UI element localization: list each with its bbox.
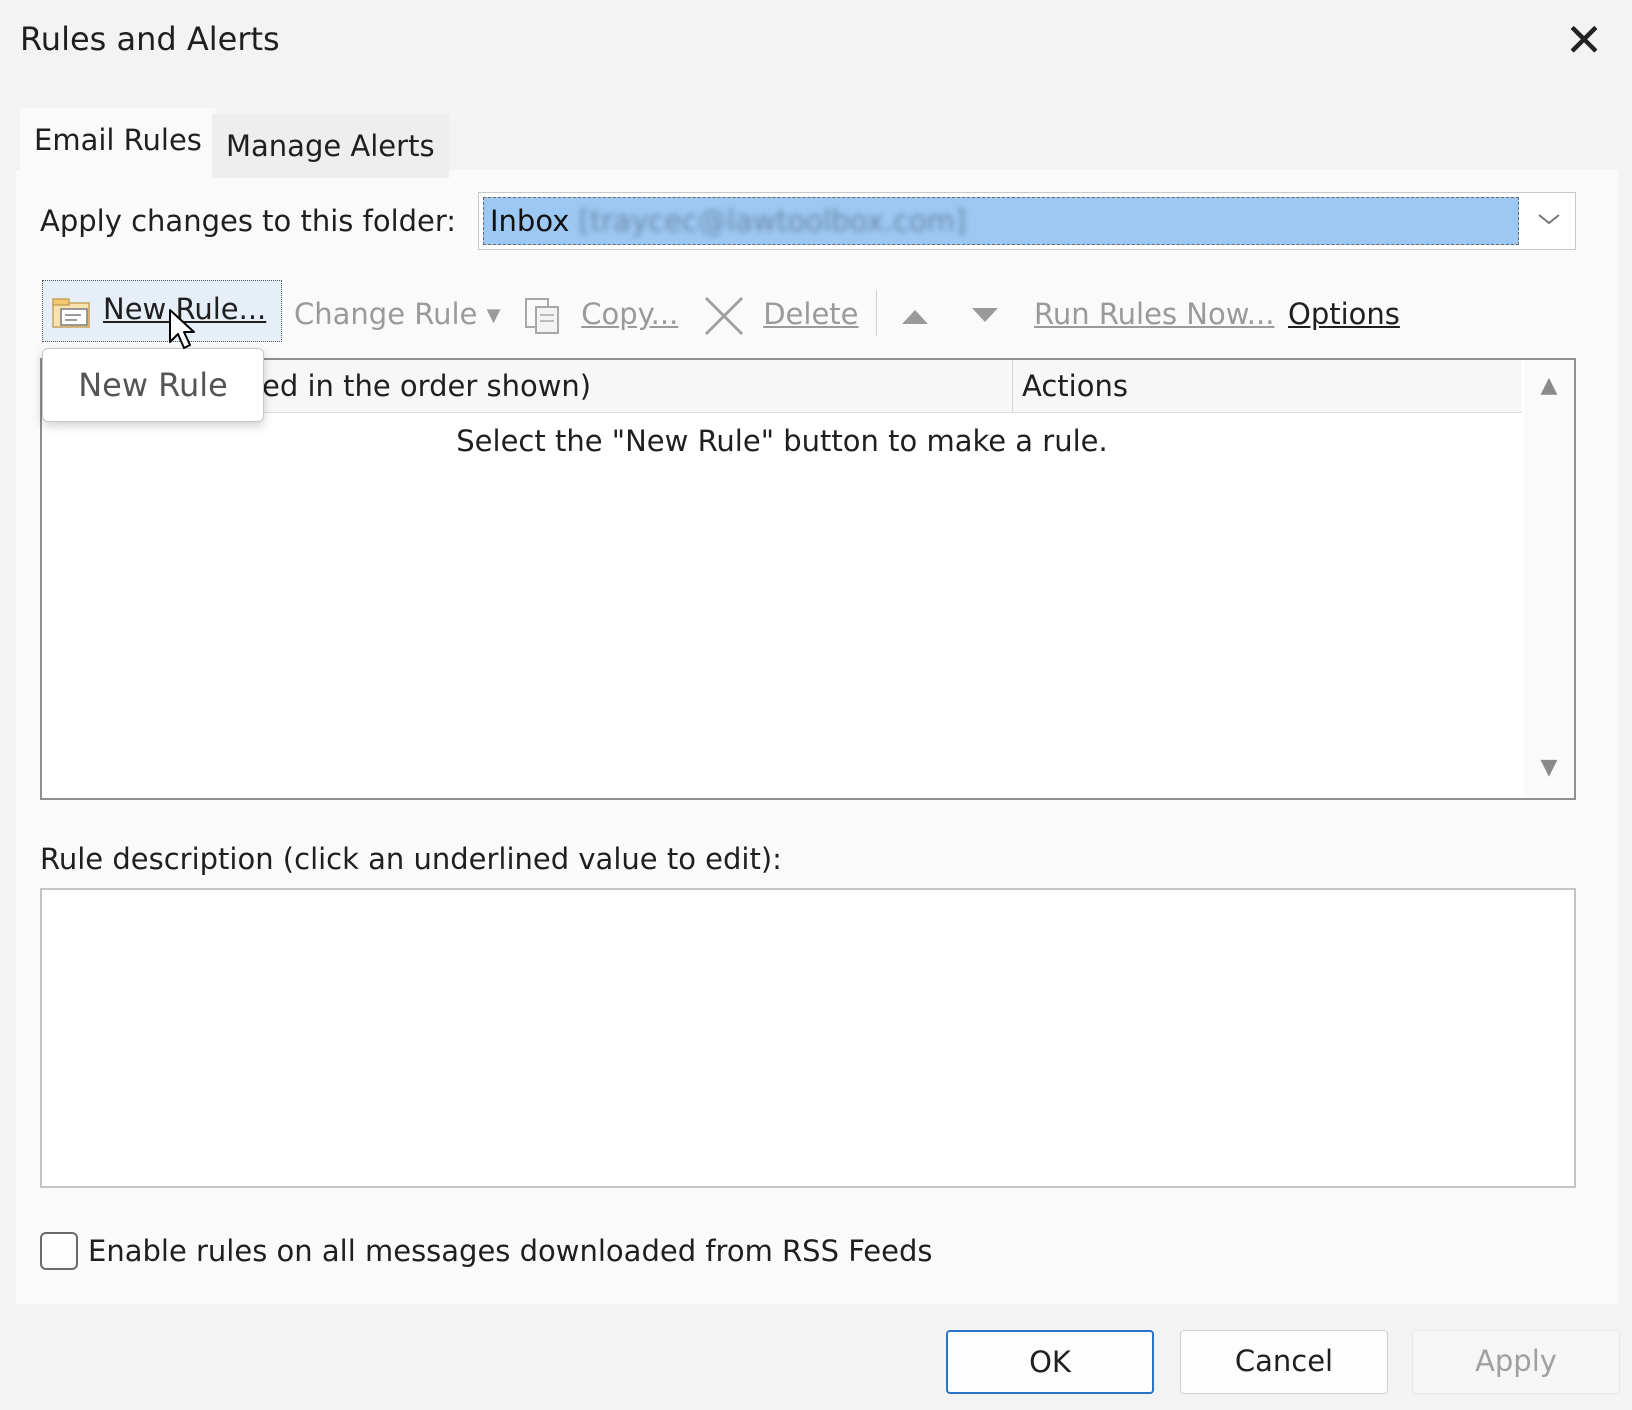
rules-list-header: ed in the order shown) Actions <box>42 360 1522 413</box>
change-rule-label: Change Rule <box>294 297 478 331</box>
column-header-actions[interactable]: Actions <box>1022 360 1128 412</box>
window-title: Rules and Alerts <box>20 20 280 58</box>
rule-description-box[interactable] <box>40 888 1576 1188</box>
folder-label: Apply changes to this folder: <box>40 204 457 238</box>
caret-down-icon: ▼ <box>486 305 501 326</box>
close-icon[interactable]: ✕ <box>1560 17 1608 66</box>
new-rule-button[interactable]: New Rule... <box>42 280 282 342</box>
new-rule-tooltip: New Rule <box>42 348 264 422</box>
copy-icon <box>525 298 559 334</box>
folder-select[interactable]: Inbox [traycec@lawtoolbox.com] <box>478 192 1576 250</box>
rules-list[interactable]: ed in the order shown) Actions Select th… <box>40 358 1576 800</box>
chevron-down-icon[interactable] <box>1527 197 1571 245</box>
move-down-button[interactable] <box>970 286 1000 342</box>
delete-label: Delete <box>763 297 859 331</box>
options-button[interactable]: Options <box>1288 286 1400 342</box>
rules-and-alerts-dialog: Rules and Alerts ✕ Email Rules Manage Al… <box>0 0 1632 1410</box>
folder-account-redacted: [traycec@lawtoolbox.com] <box>578 204 967 238</box>
run-rules-now-button[interactable]: Run Rules Now... <box>1034 286 1274 342</box>
ok-button[interactable]: OK <box>946 1330 1154 1394</box>
empty-rules-message: Select the "New Rule" button to make a r… <box>456 424 1108 458</box>
delete-icon <box>704 296 744 336</box>
rss-checkbox[interactable] <box>40 1232 78 1270</box>
folder-select-value: Inbox [traycec@lawtoolbox.com] <box>483 197 1519 245</box>
copy-button[interactable]: Copy... <box>522 286 678 342</box>
tab-manage-alerts[interactable]: Manage Alerts <box>212 114 449 178</box>
cancel-button[interactable]: Cancel <box>1180 1330 1388 1394</box>
scroll-up-icon[interactable]: ▲ <box>1524 366 1574 406</box>
scroll-down-icon[interactable]: ▼ <box>1524 748 1574 788</box>
mouse-cursor-icon <box>169 309 195 349</box>
arrow-up-icon <box>902 310 928 324</box>
tab-email-rules[interactable]: Email Rules <box>20 108 216 172</box>
arrow-down-icon <box>972 308 998 322</box>
delete-button[interactable]: Delete <box>702 286 859 342</box>
new-rule-icon <box>52 298 90 328</box>
title-bar: Rules and Alerts ✕ <box>0 0 1632 88</box>
change-rule-button[interactable]: Change Rule ▼ <box>294 286 500 342</box>
move-up-button[interactable] <box>900 286 930 342</box>
toolbar-separator <box>876 290 877 336</box>
rules-list-scrollbar[interactable]: ▲ ▼ <box>1524 360 1574 798</box>
copy-label: Copy... <box>581 297 679 331</box>
apply-button[interactable]: Apply <box>1412 1330 1620 1394</box>
rss-checkbox-label[interactable]: Enable rules on all messages downloaded … <box>88 1234 933 1268</box>
folder-name: Inbox <box>490 204 570 238</box>
rule-description-label: Rule description (click an underlined va… <box>40 842 782 876</box>
